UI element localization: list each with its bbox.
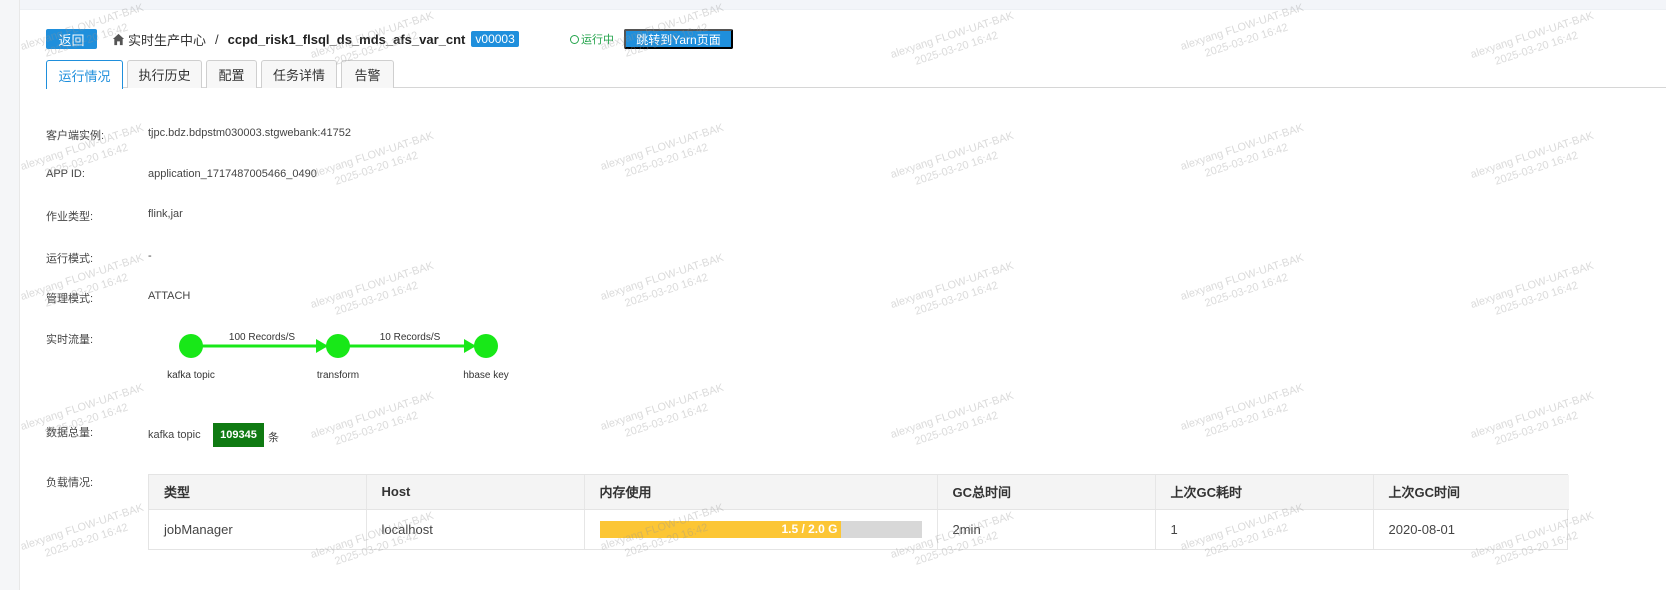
watermark-text: alexyang FLOW-UAT-BAK 2025-03-20 16:42 [889, 129, 1016, 188]
tab-bar: 运行情况 执行历史 配置 任务详情 告警 [46, 60, 1666, 89]
version-badge: v00003 [471, 31, 519, 47]
flow-label: 实时流量: [46, 334, 94, 346]
watermark-text: alexyang FLOW-UAT-BAK 2025-03-20 16:42 [889, 259, 1016, 318]
watermark-text: alexyang FLOW-UAT-BAK 2025-03-20 16:42 [1469, 129, 1596, 188]
flow-edge-2-label: 10 Records/S [380, 332, 441, 343]
app-id-value: application_1717487005466_0490 [148, 168, 317, 180]
watermark-text: alexyang FLOW-UAT-BAK 2025-03-20 16:42 [889, 389, 1016, 448]
cell-last-gc-cost: 1 [1155, 509, 1374, 549]
flow-node-transform[interactable] [326, 334, 350, 358]
breadcrumb-root[interactable]: 实时生产中心 [128, 30, 206, 49]
client-value: tjpc.bdz.bdpstm030003.stgwebank:41752 [148, 127, 352, 139]
watermark-text: alexyang FLOW-UAT-BAK 2025-03-20 16:42 [19, 501, 146, 560]
flow-node-sink[interactable] [474, 334, 498, 358]
tab-running[interactable]: 运行情况 [46, 60, 123, 89]
job-type-label: 作业类型: [46, 211, 94, 223]
flow-node-source-label: kafka topic [167, 370, 215, 381]
yarn-page-button[interactable]: 跳转到Yarn页面 [624, 29, 733, 49]
breadcrumb-separator: / [215, 31, 219, 47]
watermark-text: alexyang FLOW-UAT-BAK 2025-03-20 16:42 [1179, 251, 1306, 310]
tab-task-details[interactable]: 任务详情 [261, 60, 337, 88]
run-mode-label: 运行模式: [46, 253, 94, 265]
flow-node-transform-label: transform [317, 370, 359, 381]
column-header-type: 类型 [149, 475, 367, 510]
page-header: 返回 实时生产中心 / ccpd_risk1_flsql_ds_mds_afs_… [46, 29, 1646, 49]
table-header-row: 类型 Host 内存使用 GC总时间 上次GC耗时 上次GC时间 [149, 475, 1569, 510]
breadcrumb: 实时生产中心 / ccpd_risk1_flsql_ds_mds_afs_var… [112, 30, 519, 49]
load-table: 类型 Host 内存使用 GC总时间 上次GC耗时 上次GC时间 jobMana… [148, 474, 1569, 550]
top-strip [20, 0, 1666, 10]
back-button[interactable]: 返回 [46, 29, 97, 49]
column-header-last-gc-cost: 上次GC耗时 [1155, 475, 1374, 510]
total-label: 数据总量: [46, 427, 94, 439]
watermark-text: alexyang FLOW-UAT-BAK 2025-03-20 16:42 [1469, 259, 1596, 318]
flow-diagram: 100 Records/S 10 Records/S kafka topic t… [167, 332, 509, 381]
watermark-text: alexyang FLOW-UAT-BAK 2025-03-20 16:42 [599, 381, 726, 440]
status-circle-icon [570, 34, 579, 44]
flow-node-source[interactable] [179, 334, 203, 358]
left-sidebar-strip [0, 0, 20, 590]
status-indicator: 运行中 [570, 31, 614, 47]
app-id-label: APP ID: [46, 168, 85, 180]
column-header-last-gc-time: 上次GC时间 [1373, 475, 1569, 510]
home-icon[interactable] [112, 33, 125, 46]
tab-alerts[interactable]: 告警 [341, 60, 394, 88]
column-header-gc-total: GC总时间 [937, 475, 1156, 510]
flow-node-sink-label: hbase key [463, 370, 509, 381]
client-label: 客户端实例: [46, 130, 105, 142]
cell-memory: 1.5 / 2.0 G [584, 509, 938, 549]
manage-mode-value: ATTACH [148, 290, 191, 302]
watermark-text: alexyang FLOW-UAT-BAK 2025-03-20 16:42 [309, 389, 436, 448]
cell-host: localhost [366, 509, 585, 549]
total-source: kafka topic [148, 429, 201, 441]
total-unit: 条 [268, 432, 279, 444]
tab-config[interactable]: 配置 [206, 60, 257, 88]
run-mode-value: - [148, 250, 152, 262]
cell-last-gc-time: 2020-08-01 [1388, 521, 1456, 537]
column-header-memory: 内存使用 [584, 475, 938, 510]
column-header-host: Host [366, 475, 585, 510]
memory-progress-text: 1.5 / 2.0 G [781, 521, 838, 536]
job-type-value: flink,jar [148, 208, 183, 220]
watermark-text: alexyang FLOW-UAT-BAK 2025-03-20 16:42 [1179, 381, 1306, 440]
watermark-text: alexyang FLOW-UAT-BAK 2025-03-20 16:42 [599, 121, 726, 180]
watermark-text: alexyang FLOW-UAT-BAK 2025-03-20 16:42 [1179, 121, 1306, 180]
table-row: jobManager localhost 1.5 / 2.0 G 2min 1 … [149, 509, 1569, 549]
memory-progress-bar: 1.5 / 2.0 G [599, 520, 922, 538]
load-label: 负载情况: [46, 477, 94, 489]
watermark-text: alexyang FLOW-UAT-BAK 2025-03-20 16:42 [1469, 389, 1596, 448]
watermark-text: alexyang FLOW-UAT-BAK 2025-03-20 16:42 [309, 259, 436, 318]
status-text: 运行中 [581, 34, 614, 46]
tab-history[interactable]: 执行历史 [127, 60, 202, 88]
flow-edge-1-label: 100 Records/S [229, 332, 295, 343]
watermark-text: alexyang FLOW-UAT-BAK 2025-03-20 16:42 [599, 251, 726, 310]
job-name: ccpd_risk1_flsql_ds_mds_afs_var_cnt [227, 31, 466, 47]
manage-mode-label: 管理模式: [46, 293, 94, 305]
total-count-badge: 109345 [213, 423, 264, 447]
cell-gc-total: 2min [937, 509, 1156, 549]
cell-type: jobManager [149, 509, 367, 549]
